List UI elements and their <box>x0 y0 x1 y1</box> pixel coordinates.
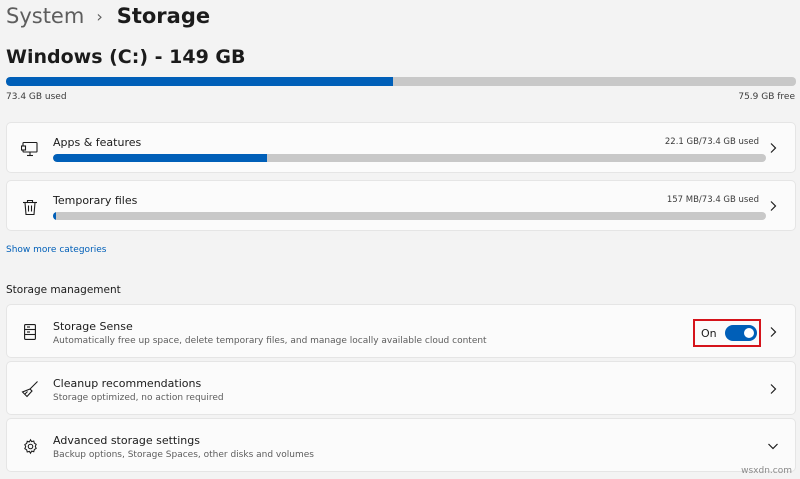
category-title: Temporary files <box>53 194 138 207</box>
chevron-right-icon <box>767 383 779 395</box>
category-title: Apps & features <box>53 136 142 149</box>
show-more-categories-link[interactable]: Show more categories <box>6 245 107 255</box>
category-usage-fill <box>53 212 56 220</box>
advanced-settings-title: Advanced storage settings <box>53 434 200 447</box>
drive-title: Windows (C:) - 149 GB <box>6 46 246 68</box>
storage-sense-toggle[interactable] <box>725 325 757 341</box>
chevron-right-icon <box>767 326 779 338</box>
category-usage-bar <box>53 212 766 220</box>
broom-icon <box>21 380 39 398</box>
drive-usage-bar <box>6 77 796 86</box>
category-usage-fill <box>53 154 267 162</box>
chevron-right-icon <box>767 200 779 212</box>
storage-sense-row[interactable]: Storage Sense Automatically free up spac… <box>6 304 796 358</box>
cleanup-description: Storage optimized, no action required <box>53 393 224 403</box>
category-size: 157 MB/73.4 GB used <box>666 195 759 205</box>
breadcrumb: System › Storage <box>6 2 210 30</box>
gear-icon <box>21 437 39 455</box>
apps-monitor-icon <box>21 140 39 158</box>
toggle-knob <box>744 328 754 338</box>
breadcrumb-separator: › <box>96 6 103 26</box>
storage-sense-description: Automatically free up space, delete temp… <box>53 336 487 346</box>
category-usage-bar <box>53 154 766 162</box>
storage-management-header: Storage management <box>6 284 121 296</box>
chevron-right-icon <box>767 142 779 154</box>
drive-free-label: 75.9 GB free <box>738 92 795 102</box>
toggle-state-label: On <box>701 326 717 340</box>
storage-sense-title: Storage Sense <box>53 320 133 333</box>
drive-icon <box>21 323 39 341</box>
category-size: 22.1 GB/73.4 GB used <box>664 137 759 147</box>
watermark: wsxdn.com <box>741 466 792 476</box>
drive-usage-fill <box>6 77 394 86</box>
drive-used-label: 73.4 GB used <box>6 92 67 102</box>
category-apps-features[interactable]: Apps & features 22.1 GB/73.4 GB used <box>6 122 796 173</box>
storage-sense-toggle-highlight: On <box>693 319 761 347</box>
category-temporary-files[interactable]: Temporary files 157 MB/73.4 GB used <box>6 180 796 231</box>
cleanup-recommendations-row[interactable]: Cleanup recommendations Storage optimize… <box>6 361 796 415</box>
breadcrumb-system-link[interactable]: System <box>6 4 84 28</box>
advanced-storage-settings-row[interactable]: Advanced storage settings Backup options… <box>6 418 796 472</box>
advanced-settings-description: Backup options, Storage Spaces, other di… <box>53 450 314 460</box>
trash-icon <box>21 198 39 216</box>
cleanup-title: Cleanup recommendations <box>53 377 202 390</box>
chevron-down-icon[interactable] <box>767 440 779 452</box>
page-title: Storage <box>116 4 211 28</box>
